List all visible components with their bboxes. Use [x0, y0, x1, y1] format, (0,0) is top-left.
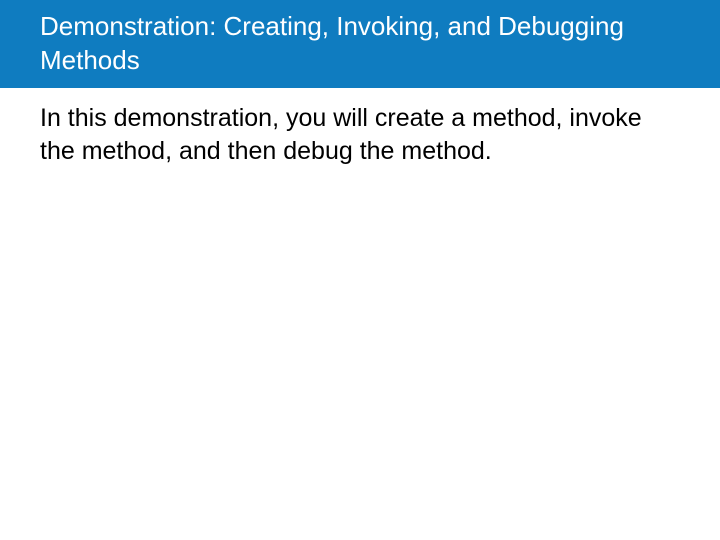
body-paragraph: In this demonstration, you will create a…: [40, 102, 680, 170]
slide-content: In this demonstration, you will create a…: [0, 88, 720, 184]
slide-title: Demonstration: Creating, Invoking, and D…: [40, 11, 624, 75]
slide-header: Demonstration: Creating, Invoking, and D…: [0, 0, 720, 88]
